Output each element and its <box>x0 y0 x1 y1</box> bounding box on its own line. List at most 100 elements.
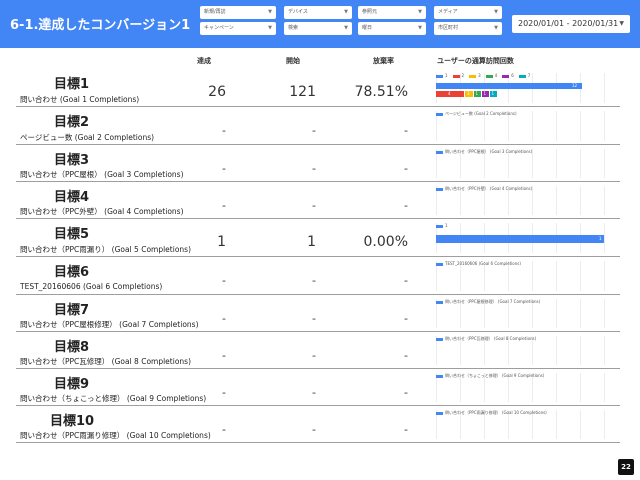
filter-label: メディア <box>438 9 458 15</box>
bar-value-label: 12 <box>572 83 578 88</box>
filter-new-returning[interactable]: 新規/再訪 ▼ <box>200 6 276 19</box>
chart-legend: 1 2 3 4 6 7 <box>436 73 535 81</box>
legend-label: ページビュー数 (Goal 2 Completions) <box>445 111 517 116</box>
grid-line <box>556 373 557 402</box>
filter-label: 曜日 <box>362 25 373 31</box>
chevron-down-icon: ▼ <box>344 25 348 31</box>
chart-legend: 問い合わせ（PPC屋根修理） (Goal 7 Completions) <box>436 299 540 307</box>
goal-subtitle: 問い合わせ（PPC屋根修理） (Goal 7 Completions) <box>20 320 199 329</box>
table-row: 目標6 TEST_20160606 (Goal 6 Completions) - - -… <box>16 256 620 295</box>
filter-campaign[interactable]: キャンペーン ▼ <box>200 22 276 35</box>
filter-source[interactable]: 参照元 ▼ <box>358 6 426 19</box>
rate-value: - <box>404 274 408 287</box>
grid-line <box>604 223 605 253</box>
goal-title: 目標1 <box>54 77 90 92</box>
legend-label: 6 <box>511 73 514 78</box>
bar-value-label: 3 <box>467 91 470 96</box>
filter-medium[interactable]: メディア ▼ <box>434 6 502 19</box>
legend-label: 2 <box>461 73 465 78</box>
started-value: - <box>312 349 316 362</box>
visits-chart: 問い合わせ（PPC屋根） (Goal 3 Completions) <box>436 149 605 178</box>
filter-search[interactable]: 検索 ▼ <box>284 22 352 35</box>
table-row: 目標5 問い合わせ（PPC雨漏り） (Goal 5 Completions) 1 1 0… <box>16 218 620 257</box>
legend-label: 4 <box>494 73 498 78</box>
goal-subtitle: 問い合わせ（PPC外壁） (Goal 4 Completions) <box>20 207 184 216</box>
grid-line <box>604 186 605 215</box>
grid-line <box>604 73 605 103</box>
achieved-value: 1 <box>217 234 226 250</box>
filter-label: 参照元 <box>362 9 378 15</box>
legend-label: 3 <box>478 73 481 78</box>
page-title: 6-1.達成したコンバージョン1 <box>10 18 191 33</box>
grid-line <box>556 336 557 365</box>
column-header-achieved: 達成 <box>197 57 211 65</box>
filter-label: デバイス <box>288 9 308 15</box>
started-value: - <box>312 423 316 436</box>
filter-weekday[interactable]: 曜日 ▼ <box>358 22 426 35</box>
legend-swatch <box>518 74 526 78</box>
table-row: 目標4 問い合わせ（PPC外壁） (Goal 4 Completions) - - - 問… <box>16 181 620 219</box>
filter-label: キャンペーン <box>204 25 234 31</box>
chevron-down-icon: ▼ <box>344 9 348 15</box>
grid-line <box>604 261 605 291</box>
table-row: 目標3 問い合わせ（PPC屋根） (Goal 3 Completions) - - - 問… <box>16 144 620 182</box>
legend-swatch <box>502 74 510 78</box>
started-value: - <box>312 124 316 137</box>
legend-swatch <box>436 411 443 415</box>
goal-title: 目標6 <box>54 265 90 280</box>
column-header-rate: 放棄率 <box>373 57 394 65</box>
column-header-started: 開始 <box>286 57 300 65</box>
goal-subtitle: 問い合わせ（PPC屋根） (Goal 3 Completions) <box>20 170 184 179</box>
achieved-value: - <box>222 423 226 436</box>
legend-swatch <box>452 74 460 78</box>
legend-item: 6 <box>502 73 514 78</box>
grid-line <box>604 373 605 402</box>
goal-subtitle: 問い合わせ（PPC雨漏り修理） (Goal 10 Completions) <box>20 431 211 440</box>
visits-chart: 問い合わせ（PPC屋根修理） (Goal 7 Completions) <box>436 299 605 328</box>
goal-title: 目標3 <box>54 153 90 168</box>
visits-chart: 問い合わせ（ちょこっと修理） (Goal 9 Completions) <box>436 373 605 402</box>
visits-chart: 問い合わせ（PPC瓦修理） (Goal 8 Completions) <box>436 336 605 365</box>
table-row: 目標2 ページビュー数 (Goal 2 Completions) - - - ページビュー… <box>16 106 620 145</box>
grid-line <box>604 410 605 439</box>
grid-line <box>532 261 533 291</box>
goal-title: 目標7 <box>54 303 90 318</box>
grid-line <box>556 261 557 291</box>
chart-legend: 問い合わせ（PPC外壁） (Goal 4 Completions) <box>436 186 532 194</box>
legend-label: 問い合わせ（ちょこっと修理） (Goal 9 Completions) <box>445 373 545 378</box>
goal-title: 目標4 <box>54 190 90 205</box>
achieved-value: - <box>222 312 226 325</box>
grid-line <box>556 186 557 215</box>
visits-chart: 問い合わせ（PPC雨漏り修理） (Goal 10 Completions) <box>436 410 605 439</box>
date-range-picker[interactable]: 2020/01/01 - 2020/01/31 ▼ <box>512 15 630 33</box>
chart-legend: 問い合わせ（PPC瓦修理） (Goal 8 Completions) <box>436 336 536 344</box>
goal-subtitle: ページビュー数 (Goal 2 Completions) <box>20 133 155 142</box>
chart-legend: ページビュー数 (Goal 2 Completions) <box>436 111 517 119</box>
legend-swatch <box>436 150 443 154</box>
goal-subtitle: TEST_20160606 (Goal 6 Completions) <box>20 282 163 291</box>
visits-chart: 問い合わせ（PPC外壁） (Goal 4 Completions) <box>436 186 605 215</box>
legend-item: 1 <box>436 73 448 78</box>
legend-swatch <box>436 262 443 266</box>
chart-legend: 1 <box>436 223 448 231</box>
grid-line <box>556 149 557 178</box>
grid-line <box>604 299 605 328</box>
chevron-down-icon: ▼ <box>619 20 624 27</box>
grid-line <box>580 336 581 365</box>
rate-value: 78.51% <box>354 84 408 100</box>
visits-chart: TEST_20160606 (Goal 6 Completions) <box>436 261 605 291</box>
filter-city[interactable]: 市区町村 ▼ <box>434 22 502 35</box>
legend-label: 問い合わせ（PPC外壁） (Goal 4 Completions) <box>445 186 533 191</box>
grid-line <box>556 299 557 328</box>
legend-swatch <box>436 300 443 304</box>
grid-line <box>556 410 557 439</box>
filter-device[interactable]: デバイス ▼ <box>284 6 352 19</box>
legend-label: 1 <box>445 223 448 228</box>
grid-line <box>580 111 581 141</box>
legend-swatch <box>436 187 443 191</box>
grid-line <box>604 336 605 365</box>
chart-legend: 問い合わせ（PPC雨漏り修理） (Goal 10 Completions) <box>436 410 547 418</box>
bar-value-label: 1 <box>599 236 602 241</box>
rate-value: - <box>404 423 408 436</box>
achieved-value: - <box>222 386 226 399</box>
